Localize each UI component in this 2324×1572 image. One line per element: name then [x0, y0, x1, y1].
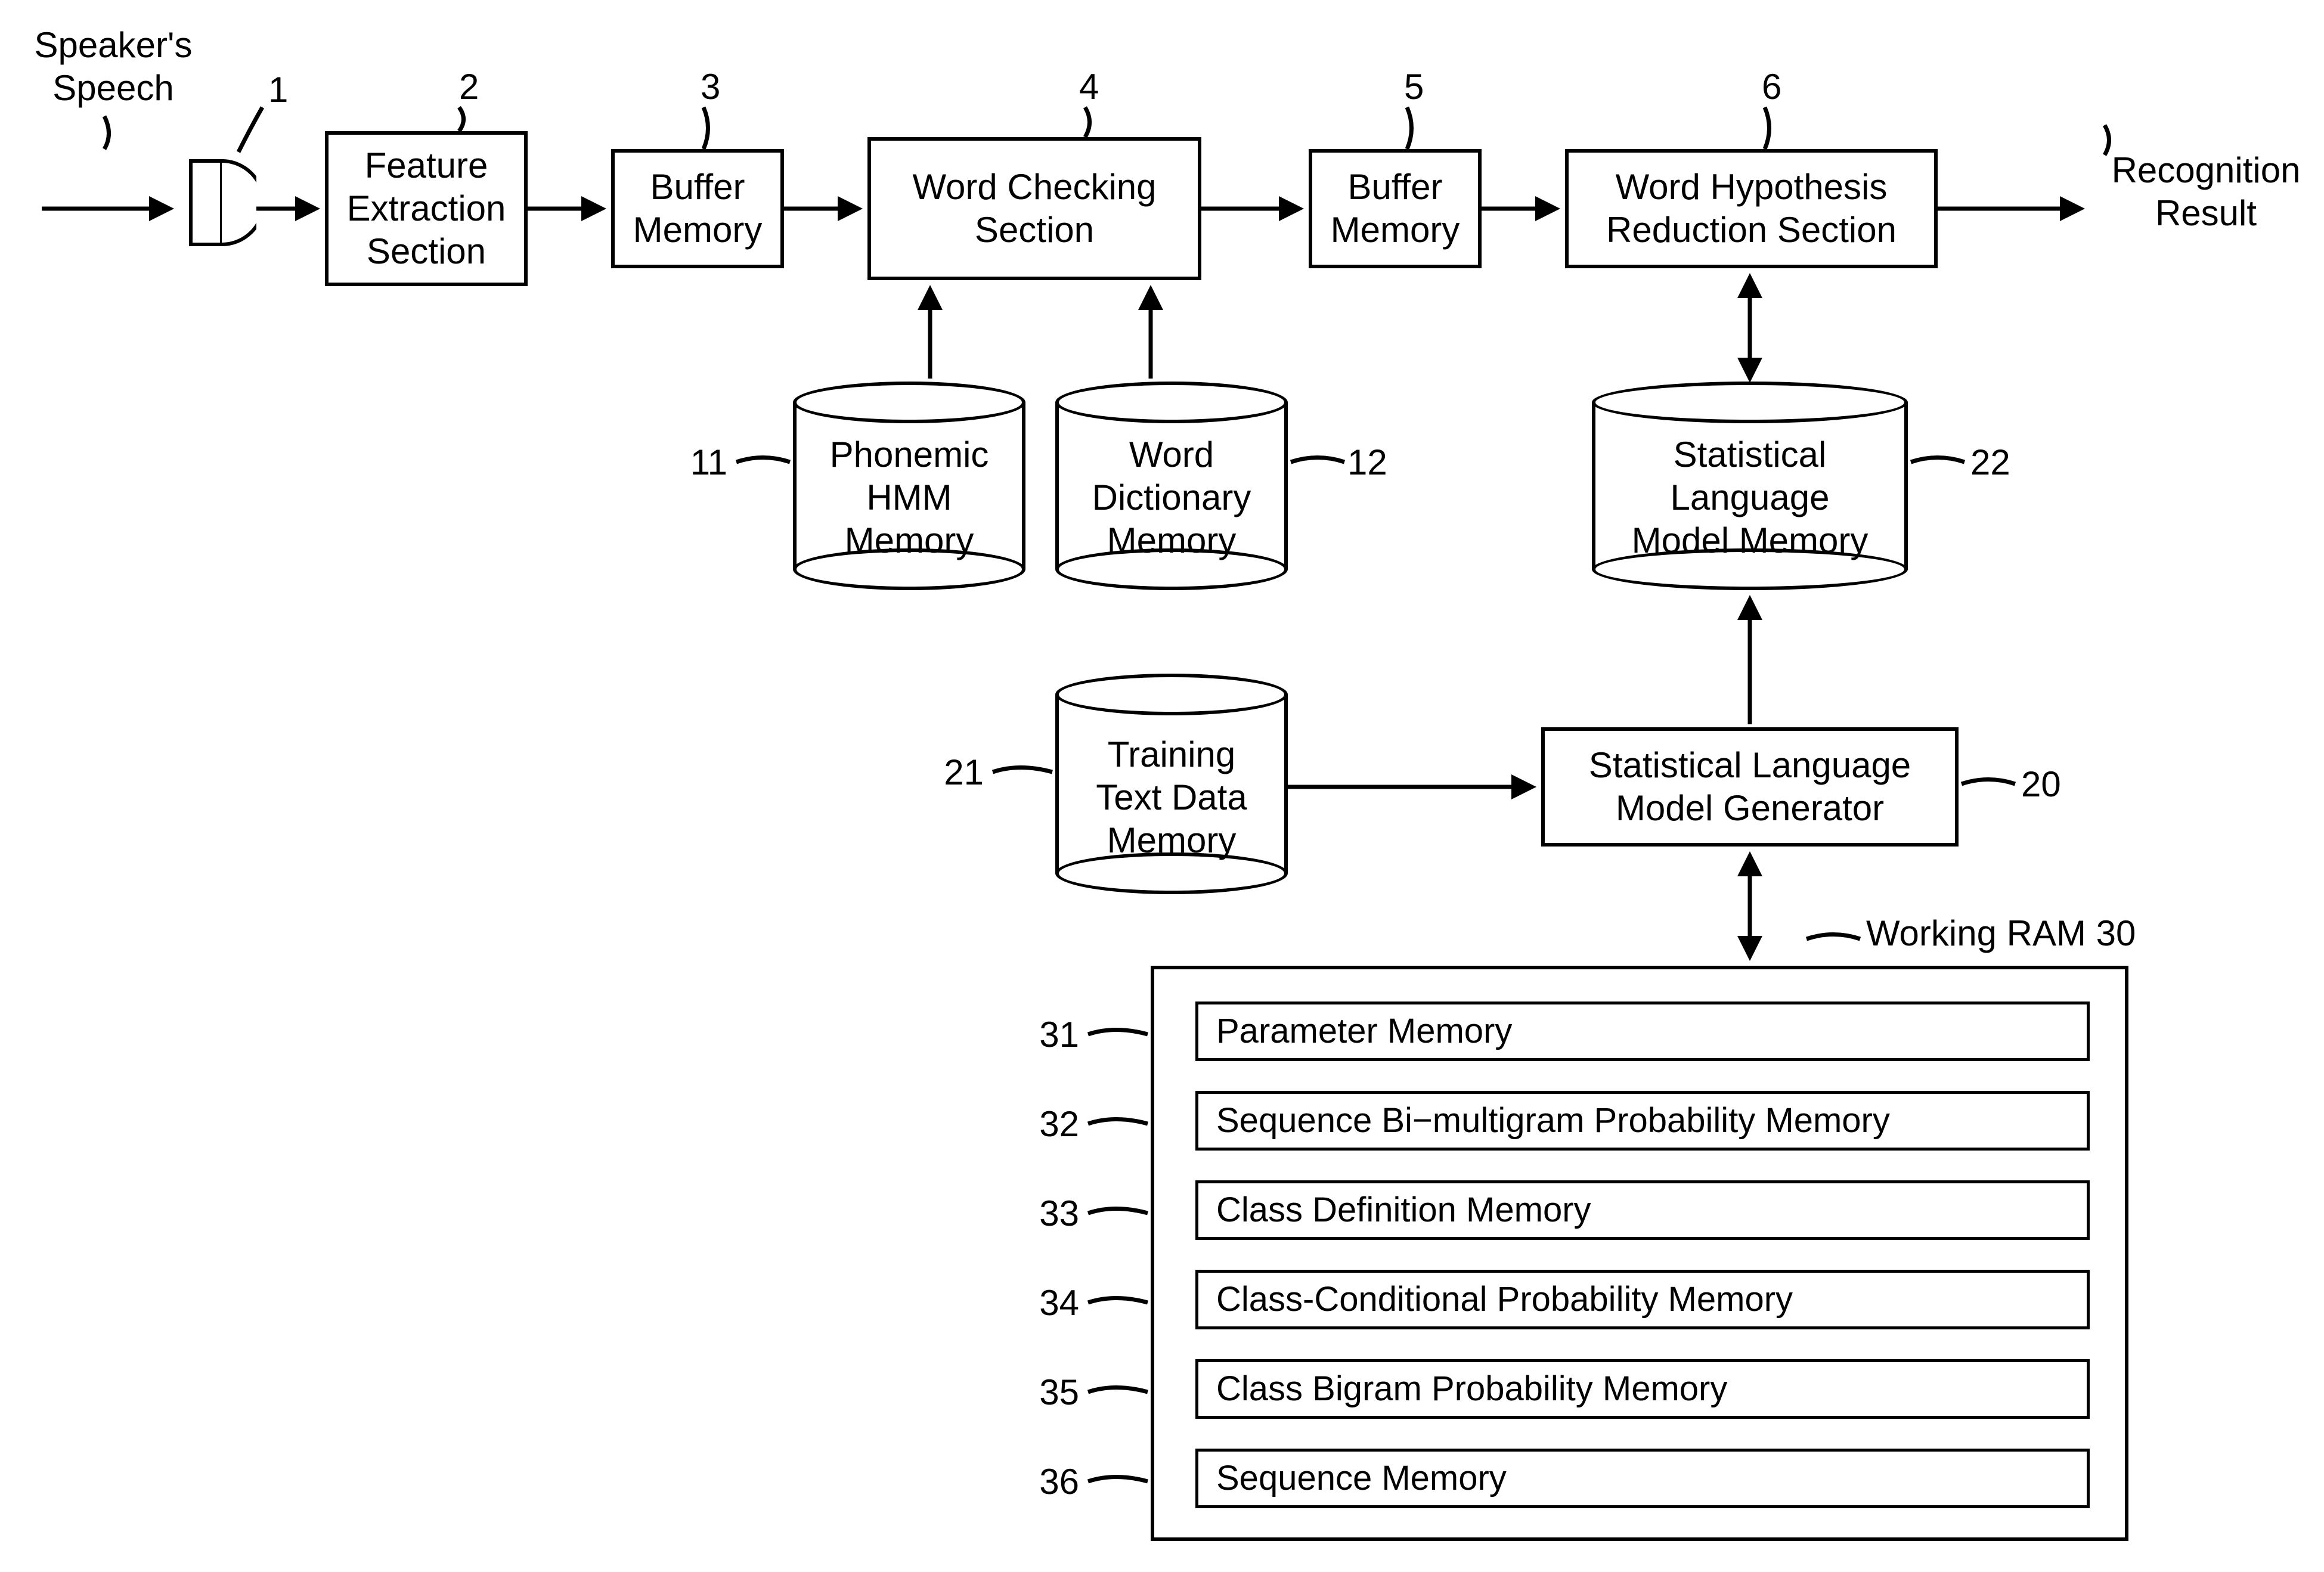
ram-item-parameter: Parameter Memory	[1195, 1002, 2090, 1061]
microphone-icon	[179, 149, 256, 256]
ref-num-3: 3	[701, 66, 720, 108]
ram-item-class-cond: Class-Conditional Probability Memory	[1195, 1270, 2090, 1329]
feature-extraction-box: Feature Extraction Section	[325, 131, 528, 286]
ref-num-11: 11	[674, 441, 727, 484]
training-text-cylinder: Training Text Data Memory	[1055, 674, 1288, 894]
ref-num-1: 1	[268, 69, 288, 111]
output-label: Recognition Result	[2099, 149, 2313, 235]
ref-num-12: 12	[1347, 441, 1387, 484]
buffer-memory-1-box: Buffer Memory	[611, 149, 784, 268]
ref-num-36: 36	[1025, 1461, 1079, 1503]
ram-item-seq-bimulti: Sequence Bi−multigram Probability Memory	[1195, 1091, 2090, 1151]
ref-num-22: 22	[1970, 441, 2010, 484]
slm-memory-cylinder: Statistical Language Model Memory	[1592, 382, 1908, 590]
ram-item-class-bigram: Class Bigram Probability Memory	[1195, 1359, 2090, 1419]
word-checking-box: Word Checking Section	[867, 137, 1201, 280]
diagram-canvas: Speaker's Speech Recognition Result Feat…	[0, 0, 2324, 1572]
ref-num-32: 32	[1025, 1103, 1079, 1146]
ref-num-31: 31	[1025, 1013, 1079, 1056]
input-label: Speaker's Speech	[24, 24, 203, 110]
ref-num-34: 34	[1025, 1282, 1079, 1325]
slm-generator-box: Statistical Language Model Generator	[1541, 727, 1959, 847]
ref-num-33: 33	[1025, 1192, 1079, 1235]
word-hypothesis-box: Word Hypothesis Reduction Section	[1565, 149, 1938, 268]
ref-num-5: 5	[1404, 66, 1424, 108]
ref-num-2: 2	[459, 66, 479, 108]
ref-num-4: 4	[1079, 66, 1099, 108]
phonemic-hmm-cylinder: Phonemic HMM Memory	[793, 382, 1025, 590]
buffer-memory-2-box: Buffer Memory	[1309, 149, 1482, 268]
ref-num-6: 6	[1762, 66, 1781, 108]
word-dictionary-cylinder: Word Dictionary Memory	[1055, 382, 1288, 590]
ref-num-35: 35	[1025, 1371, 1079, 1414]
ram-item-sequence: Sequence Memory	[1195, 1449, 2090, 1508]
working-ram-label: Working RAM 30	[1866, 912, 2136, 955]
ref-num-21: 21	[930, 751, 984, 794]
ref-num-20: 20	[2021, 763, 2061, 806]
ram-item-class-def: Class Definition Memory	[1195, 1180, 2090, 1240]
